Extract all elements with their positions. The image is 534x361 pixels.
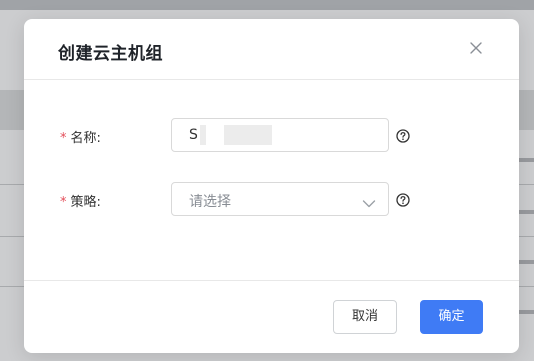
required-mark: * xyxy=(60,131,67,146)
question-circle-icon[interactable] xyxy=(396,128,410,143)
name-input[interactable]: S xyxy=(171,118,389,152)
name-form-row: * 名称: S xyxy=(24,118,519,154)
chevron-down-icon xyxy=(362,194,376,208)
strategy-select-placeholder: 请选择 xyxy=(189,194,231,210)
strategy-form-row: * 策略: 请选择 xyxy=(24,182,519,218)
cancel-button[interactable]: 取消 xyxy=(333,300,397,334)
confirm-button[interactable]: 确定 xyxy=(420,300,483,334)
name-input-value: S xyxy=(189,127,198,143)
redacted-text xyxy=(224,125,272,145)
dialog-title: 创建云主机组 xyxy=(58,44,163,64)
dialog-footer: 取消 确定 xyxy=(24,280,519,353)
strategy-select[interactable]: 请选择 xyxy=(171,182,389,216)
strategy-label: * 策略: xyxy=(60,191,101,210)
dialog-header: 创建云主机组 xyxy=(24,19,519,80)
close-icon[interactable] xyxy=(465,37,487,59)
required-mark: * xyxy=(60,195,67,210)
question-circle-icon[interactable] xyxy=(396,192,410,207)
redacted-text xyxy=(200,125,206,145)
strategy-label-text: 策略: xyxy=(70,195,101,210)
name-label-text: 名称: xyxy=(70,131,101,146)
create-host-group-dialog: 创建云主机组 * 名称: S * 策略: 请选择 取消 确定 xyxy=(24,19,519,353)
name-label: * 名称: xyxy=(60,127,101,146)
